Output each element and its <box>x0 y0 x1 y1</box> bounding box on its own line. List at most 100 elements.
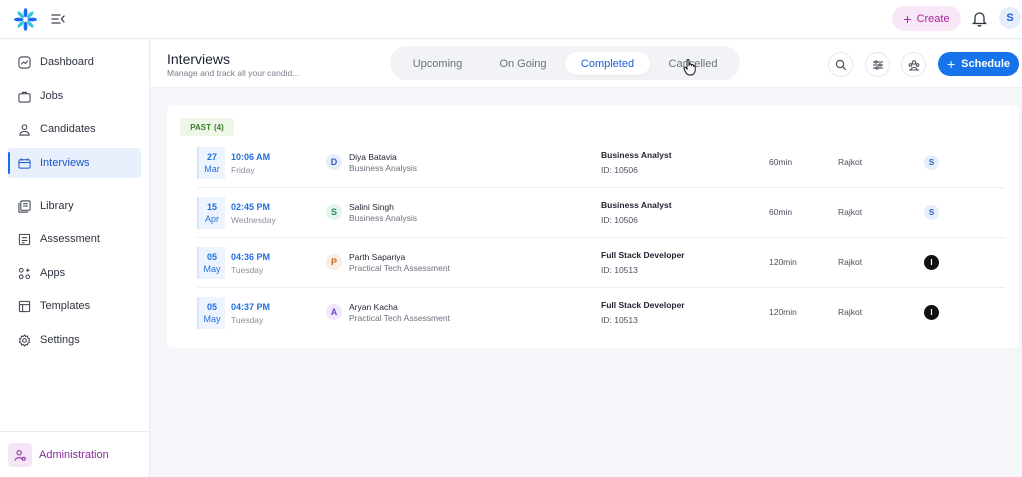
interview-location: Rajkot <box>838 307 863 317</box>
sidebar-item-administration[interactable]: Administration <box>8 442 109 468</box>
job-id: ID: 10506 <box>601 215 638 225</box>
apps-icon <box>18 267 31 279</box>
page-title: Interviews <box>167 51 231 67</box>
sidebar-item-label: Jobs <box>40 90 64 102</box>
sidebar-item-dashboard[interactable]: Dashboard <box>8 47 141 77</box>
team-icon <box>908 59 919 71</box>
plus-icon: + <box>946 56 956 72</box>
status-tabs: Upcoming On Going Completed Cancelled <box>390 46 740 80</box>
administration-icon <box>8 443 32 467</box>
schedule-button[interactable]: + Schedule <box>938 52 1019 76</box>
candidate-avatar: S <box>326 204 342 220</box>
divider <box>0 431 150 432</box>
create-label: Create <box>916 12 950 25</box>
job-title: Full Stack Developer <box>601 300 685 310</box>
date-month: Apr <box>204 214 219 224</box>
past-group-badge: PAST (4) <box>180 118 234 136</box>
assessment-name: Business Analysis <box>349 163 418 173</box>
interviewer-avatar[interactable]: S <box>924 205 939 220</box>
interview-time: 10:06 AM <box>231 152 271 162</box>
sidebar-item-library[interactable]: Library <box>8 191 141 221</box>
menu-collapse-icon[interactable] <box>50 11 66 27</box>
interview-duration: 120min <box>769 257 797 267</box>
interview-duration: 120min <box>769 307 797 317</box>
filter-button[interactable] <box>865 52 890 77</box>
assessment-name: Practical Tech Assessment <box>349 313 450 323</box>
interview-time: 04:37 PM <box>231 302 271 312</box>
interview-duration: 60min <box>769 157 793 167</box>
sidebar-item-jobs[interactable]: Jobs <box>8 81 141 111</box>
interview-row[interactable]: 05 May 04:37 PM Tuesday A Aryan Kacha Pr… <box>197 288 1005 338</box>
interview-location: Rajkot <box>838 207 863 217</box>
date-month: May <box>203 264 221 274</box>
candidate-avatar: A <box>326 304 342 320</box>
sidebar-item-label: Assessment <box>40 233 100 245</box>
user-icon <box>19 123 30 136</box>
sidebar-item-apps[interactable]: Apps <box>8 258 141 288</box>
tab-upcoming[interactable]: Upcoming <box>401 52 474 75</box>
top-bar: + Create S <box>0 0 1022 39</box>
interviewer-avatar[interactable]: S <box>924 155 939 170</box>
user-avatar[interactable]: S <box>999 7 1021 29</box>
logo-icon[interactable] <box>13 7 38 32</box>
sidebar-item-label: Candidates <box>40 123 96 135</box>
past-group-label: PAST <box>190 122 211 132</box>
candidate-name[interactable]: Parth Sapariya <box>349 252 405 262</box>
job-title: Full Stack Developer <box>601 250 685 260</box>
create-button[interactable]: + Create <box>892 6 961 31</box>
assessment-name: Business Analysis <box>349 213 418 223</box>
sidebar: Dashboard Jobs Candidates Interviews Lib… <box>0 39 150 477</box>
date-day: 05 <box>206 252 217 262</box>
briefcase-icon <box>18 91 31 103</box>
date-badge: 15 Apr <box>197 197 225 229</box>
templates-icon <box>18 300 31 312</box>
library-icon <box>18 199 31 213</box>
date-month: May <box>203 314 221 324</box>
sidebar-item-label: Templates <box>40 300 91 312</box>
sidebar-item-label: Dashboard <box>40 56 94 68</box>
page-subtitle: Manage and track all your candid... <box>167 68 300 78</box>
sidebar-item-interviews[interactable]: Interviews <box>8 148 141 178</box>
sidebar-item-candidates[interactable]: Candidates <box>8 114 141 144</box>
tab-cancelled[interactable]: Cancelled <box>653 52 733 75</box>
plus-icon: + <box>903 10 912 27</box>
interview-duration: 60min <box>769 207 793 217</box>
interview-weekday: Friday <box>231 165 255 175</box>
filter-sliders-icon <box>872 59 883 70</box>
date-day: 27 <box>206 152 217 162</box>
interviewer-avatar[interactable]: I <box>924 255 939 270</box>
search-icon <box>835 59 846 70</box>
sidebar-item-assessment[interactable]: Assessment <box>8 224 141 254</box>
sidebar-item-label: Library <box>40 200 74 212</box>
tab-on-going[interactable]: On Going <box>485 52 561 75</box>
sidebar-item-settings[interactable]: Settings <box>8 325 141 355</box>
notification-bell-icon[interactable] <box>972 10 987 27</box>
date-badge: 27 Mar <box>197 147 225 179</box>
schedule-label: Schedule <box>961 58 1011 70</box>
interview-row[interactable]: 27 Mar 10:06 AM Friday D Diya Batavia Bu… <box>197 138 1005 188</box>
interview-weekday: Wednesday <box>231 215 276 225</box>
candidate-avatar: P <box>326 254 342 270</box>
candidate-name[interactable]: Aryan Kacha <box>349 302 398 312</box>
interview-row[interactable]: 05 May 04:36 PM Tuesday P Parth Sapariya… <box>197 238 1005 288</box>
page-header: Interviews Manage and track all your can… <box>151 40 1022 88</box>
sidebar-item-label: Settings <box>40 334 80 346</box>
candidate-name[interactable]: Salini Singh <box>349 202 394 212</box>
dashboard-icon <box>18 55 31 69</box>
assessment-icon <box>18 233 31 245</box>
interviews-icon <box>18 157 31 169</box>
job-id: ID: 10513 <box>601 265 638 275</box>
candidate-name[interactable]: Diya Batavia <box>349 152 397 162</box>
date-badge: 05 May <box>197 297 225 329</box>
interview-time: 02:45 PM <box>231 202 271 212</box>
interview-location: Rajkot <box>838 257 863 267</box>
team-button[interactable] <box>901 52 926 77</box>
search-button[interactable] <box>828 52 853 77</box>
interview-row[interactable]: 15 Apr 02:45 PM Wednesday S Salini Singh… <box>197 188 1005 238</box>
sidebar-item-templates[interactable]: Templates <box>8 291 141 321</box>
tab-completed[interactable]: Completed <box>565 52 650 75</box>
sidebar-item-label: Apps <box>40 267 66 279</box>
interviewer-avatar[interactable]: I <box>924 305 939 320</box>
sidebar-item-label: Interviews <box>40 157 90 169</box>
job-id: ID: 10506 <box>601 165 638 175</box>
